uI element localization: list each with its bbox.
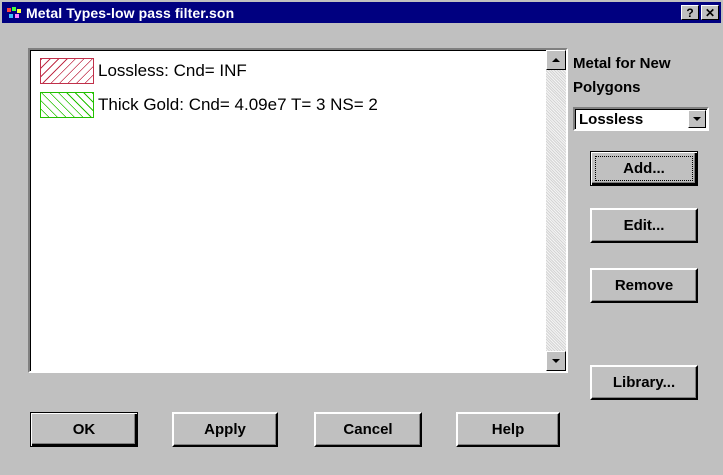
metal-for-new-polygons-label: Metal for New Polygons bbox=[573, 55, 671, 96]
remove-button[interactable]: Remove bbox=[590, 268, 698, 303]
arrow-up-icon bbox=[552, 58, 560, 62]
scroll-down-button[interactable] bbox=[546, 351, 566, 371]
apply-button[interactable]: Apply bbox=[172, 412, 278, 447]
metal-types-dialog: Metal Types-low pass filter.son ? ✕ Loss… bbox=[0, 0, 723, 475]
help-title-button[interactable]: ? bbox=[681, 5, 699, 20]
app-icon bbox=[7, 6, 23, 20]
lossless-swatch-icon bbox=[40, 58, 94, 84]
help-button[interactable]: Help bbox=[456, 412, 560, 447]
list-item-label: Lossless: Cnd= INF bbox=[98, 61, 247, 80]
edit-button[interactable]: Edit... bbox=[590, 208, 698, 243]
library-button[interactable]: Library... bbox=[590, 365, 698, 400]
window-title: Metal Types-low pass filter.son bbox=[26, 4, 235, 21]
chevron-down-icon bbox=[693, 117, 701, 121]
close-button[interactable]: ✕ bbox=[701, 5, 719, 20]
cancel-button[interactable]: Cancel bbox=[314, 412, 422, 447]
list-item-thick-gold[interactable]: Thick Gold: Cnd= 4.09e7 T= 3 NS= 2 bbox=[40, 91, 378, 119]
metal-for-new-polygons-select[interactable]: Lossless bbox=[573, 107, 709, 131]
thick-gold-swatch-icon bbox=[40, 92, 94, 118]
scroll-up-button[interactable] bbox=[546, 50, 566, 70]
title-bar[interactable]: Metal Types-low pass filter.son ? ✕ bbox=[2, 2, 721, 23]
ok-button[interactable]: OK bbox=[30, 412, 138, 447]
list-item-lossless[interactable]: Lossless: Cnd= INF bbox=[40, 57, 247, 85]
dropdown-button[interactable] bbox=[688, 110, 706, 128]
selected-metal-value: Lossless bbox=[579, 110, 644, 128]
add-button[interactable]: Add... bbox=[590, 151, 698, 186]
arrow-down-icon bbox=[552, 359, 560, 363]
metal-types-list[interactable]: Lossless: Cnd= INF Thick Gold: Cnd= 4.09… bbox=[28, 48, 568, 373]
list-scrollbar[interactable] bbox=[546, 50, 566, 371]
list-item-label: Thick Gold: Cnd= 4.09e7 T= 3 NS= 2 bbox=[98, 95, 378, 114]
